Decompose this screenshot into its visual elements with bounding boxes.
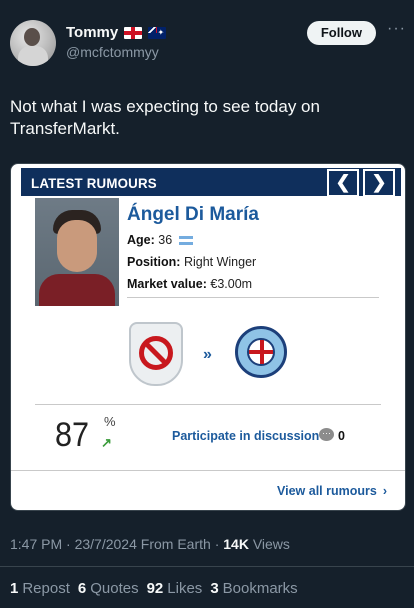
- more-options-icon[interactable]: ···: [387, 20, 406, 38]
- quotes-label: Quotes: [90, 580, 139, 597]
- player-market-value: Market value: €3.00m: [127, 277, 252, 291]
- chat-bubble-icon: ···: [319, 428, 334, 441]
- divider: [127, 297, 379, 298]
- bookmarks-stat[interactable]: 3 Bookmarks: [210, 580, 297, 597]
- quotes-stat[interactable]: 6 Quotes: [78, 580, 139, 597]
- discussion-count: 0: [338, 429, 345, 443]
- view-all-label: View all rumours: [277, 484, 377, 498]
- bookmarks-label: Bookmarks: [222, 580, 298, 597]
- player-age: Age: 36: [127, 233, 193, 247]
- probability-unit: %: [104, 414, 116, 429]
- meta-separator: ·: [214, 536, 224, 552]
- author-handle[interactable]: @mcfctommyy: [66, 44, 159, 60]
- transfer-rumour-image[interactable]: LATEST RUMOURS ❮ ❯ Ángel Di María Age: 3…: [10, 163, 406, 511]
- divider: [35, 404, 381, 405]
- player-face: [57, 220, 97, 272]
- tweet-source: From Earth: [140, 536, 211, 552]
- chevron-right-icon: ›: [382, 484, 387, 498]
- no-club-crest-icon: [129, 322, 183, 386]
- tweet-time[interactable]: 1:47 PM: [10, 536, 62, 552]
- australia-flag-icon: [148, 26, 167, 39]
- melbourne-city-crest-icon: [235, 326, 287, 378]
- player-shirt: [39, 274, 115, 306]
- divider: [0, 566, 414, 567]
- age-label: Age:: [127, 233, 155, 247]
- avatar[interactable]: [10, 20, 56, 66]
- follow-button[interactable]: Follow: [306, 21, 376, 45]
- previous-rumour-icon: ❮: [327, 169, 359, 197]
- tweet-text: Not what I was expecting to see today on…: [10, 97, 320, 138]
- position-label: Position:: [127, 255, 181, 269]
- tweet-date[interactable]: 23/7/2024: [75, 536, 137, 552]
- position-value: Right Winger: [183, 255, 257, 269]
- quotes-count: 6: [77, 580, 87, 597]
- age-value: 36: [158, 233, 173, 247]
- england-flag-icon: [124, 26, 143, 39]
- reposts-stat[interactable]: 1 Repost: [10, 580, 70, 597]
- next-rumour-icon: ❯: [363, 169, 395, 197]
- views-count: 14K: [223, 536, 249, 552]
- player-name: Ángel Di María: [127, 204, 259, 225]
- reposts-count: 1: [10, 580, 19, 597]
- tweet-meta: 1:47 PM · 23/7/2024 From Earth · 14K Vie…: [10, 536, 290, 552]
- player-photo: [35, 198, 119, 306]
- likes-count: 92: [146, 580, 164, 597]
- trend-up-icon: ↗: [101, 435, 112, 450]
- likes-label: Likes: [167, 580, 203, 597]
- transfer-arrow-icon: »: [203, 346, 212, 363]
- engagement-stats: 1 Repost 6 Quotes 92 Likes 3 Bookmarks: [10, 580, 298, 597]
- crest-inner: [247, 338, 275, 366]
- rumours-header-bar: LATEST RUMOURS ❮ ❯: [21, 168, 401, 197]
- views-label: Views: [252, 536, 290, 552]
- view-all-rumours-link: View all rumours ›: [277, 484, 387, 498]
- transfer-clubs: »: [11, 314, 405, 394]
- prohibited-icon: [139, 336, 173, 370]
- likes-stat[interactable]: 92 Likes: [147, 580, 203, 597]
- player-position: Position: Right Winger: [127, 255, 256, 269]
- avatar-body: [18, 46, 48, 66]
- transfer-probability: 87: [55, 416, 90, 454]
- tweet-header: Tommy @mcfctommyy Follow ···: [10, 16, 406, 72]
- author-name[interactable]: Tommy: [66, 24, 118, 41]
- meta-separator: ·: [66, 536, 75, 552]
- market-value: €3.00m: [210, 277, 253, 291]
- author-name-row: Tommy: [66, 24, 167, 41]
- divider: [11, 470, 405, 471]
- market-value-label: Market value:: [127, 277, 207, 291]
- argentina-flag-icon: [178, 236, 193, 246]
- discussion-link: Participate in discussion: [172, 429, 320, 443]
- rumours-title: LATEST RUMOURS: [31, 175, 157, 191]
- bookmarks-count: 3: [210, 580, 219, 597]
- avatar-head: [24, 28, 40, 46]
- reposts-label: Repost: [22, 580, 70, 597]
